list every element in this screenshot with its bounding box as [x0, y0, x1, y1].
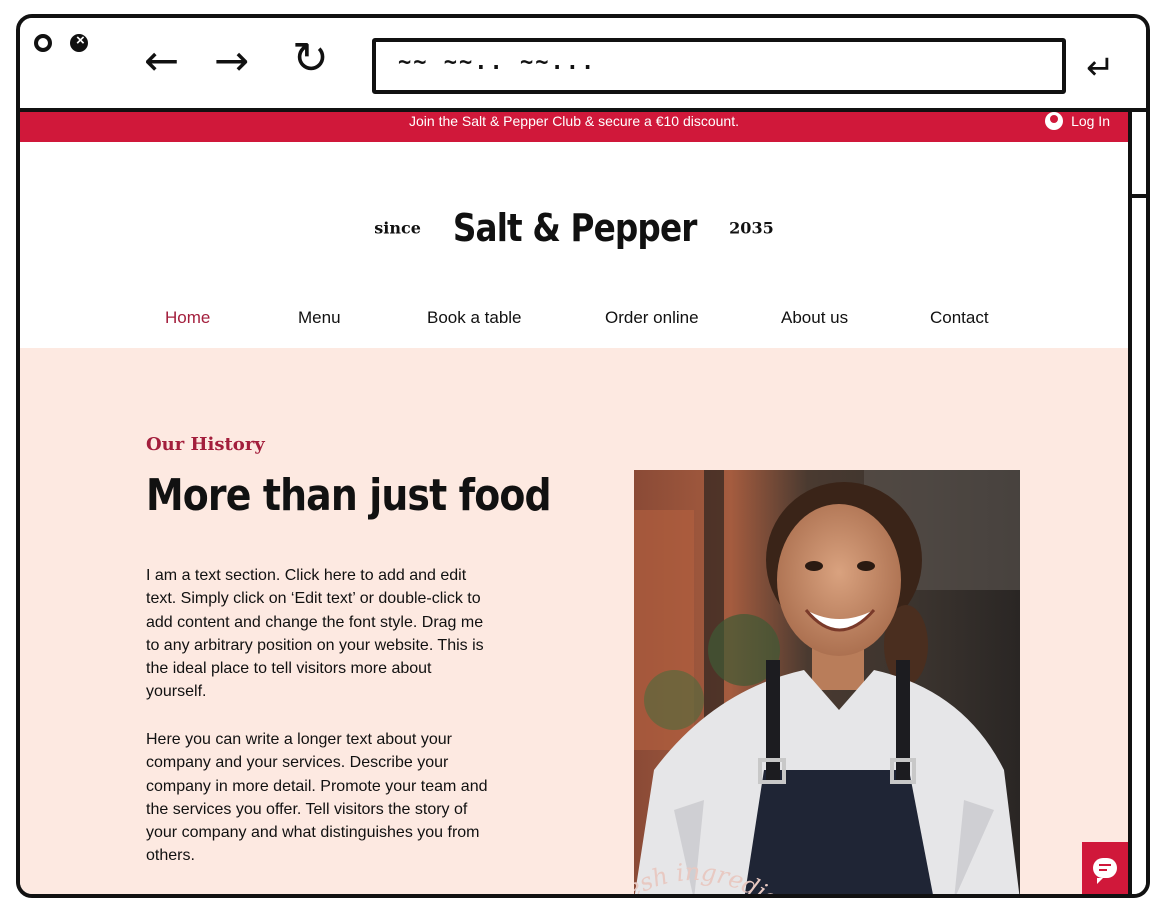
close-icon[interactable] [70, 32, 88, 52]
main-nav: Home Menu Book a table Order online Abou… [20, 308, 1128, 332]
nav-item-home[interactable]: Home [165, 308, 210, 328]
promo-text[interactable]: Join the Salt & Pepper Club & secure a €… [409, 112, 739, 130]
address-text: ~~ ~~.. ~~... [398, 50, 597, 75]
window-control-icon[interactable] [34, 34, 52, 52]
history-paragraph-2: Here you can write a longer text about y… [146, 731, 488, 865]
logo-since: since [374, 218, 421, 238]
section-eyebrow: Our History [146, 434, 265, 455]
login-button[interactable]: Log In [1045, 112, 1110, 130]
site-header: since Salt & Pepper 2035 Home Menu Book … [20, 142, 1128, 348]
site-logo[interactable]: since Salt & Pepper 2035 [20, 206, 1128, 250]
browser-toolbar: ← → ↻ ~~ ~~.. ~~... ↵ [20, 18, 1146, 112]
reload-icon[interactable]: ↻ [292, 37, 329, 81]
nav-item-about-us[interactable]: About us [781, 308, 848, 328]
nav-item-menu[interactable]: Menu [298, 308, 341, 328]
chat-button[interactable] [1082, 842, 1128, 894]
nav-item-order-online[interactable]: Order online [605, 308, 699, 328]
section-headline: More than just food [146, 470, 552, 521]
logo-brand: Salt & Pepper [453, 206, 698, 250]
history-paragraph-1: I am a text section. Click here to add a… [146, 567, 484, 701]
enter-icon[interactable]: ↵ [1086, 48, 1115, 88]
chef-photo: fresh ingredients [634, 470, 1020, 894]
user-icon [1045, 112, 1064, 130]
logo-year: 2035 [729, 218, 774, 238]
nav-item-contact[interactable]: Contact [930, 308, 989, 328]
back-arrow-icon[interactable]: ← [144, 40, 179, 82]
nav-item-book-a-table[interactable]: Book a table [427, 308, 522, 328]
browser-window: ← → ↻ ~~ ~~.. ~~... ↵ Join the Salt & Pe… [16, 14, 1150, 898]
history-section: Our History More than just food I am a t… [20, 348, 1128, 894]
scrollbar[interactable] [1128, 112, 1146, 894]
address-bar[interactable]: ~~ ~~.. ~~... [372, 38, 1066, 94]
chat-icon [1093, 858, 1117, 884]
scrollbar-thumb[interactable] [1128, 112, 1146, 198]
promo-banner: Join the Salt & Pepper Club & secure a €… [20, 112, 1128, 142]
forward-arrow-icon[interactable]: → [214, 40, 249, 82]
page-viewport: Join the Salt & Pepper Club & secure a €… [20, 112, 1128, 894]
login-label: Log In [1071, 113, 1110, 129]
